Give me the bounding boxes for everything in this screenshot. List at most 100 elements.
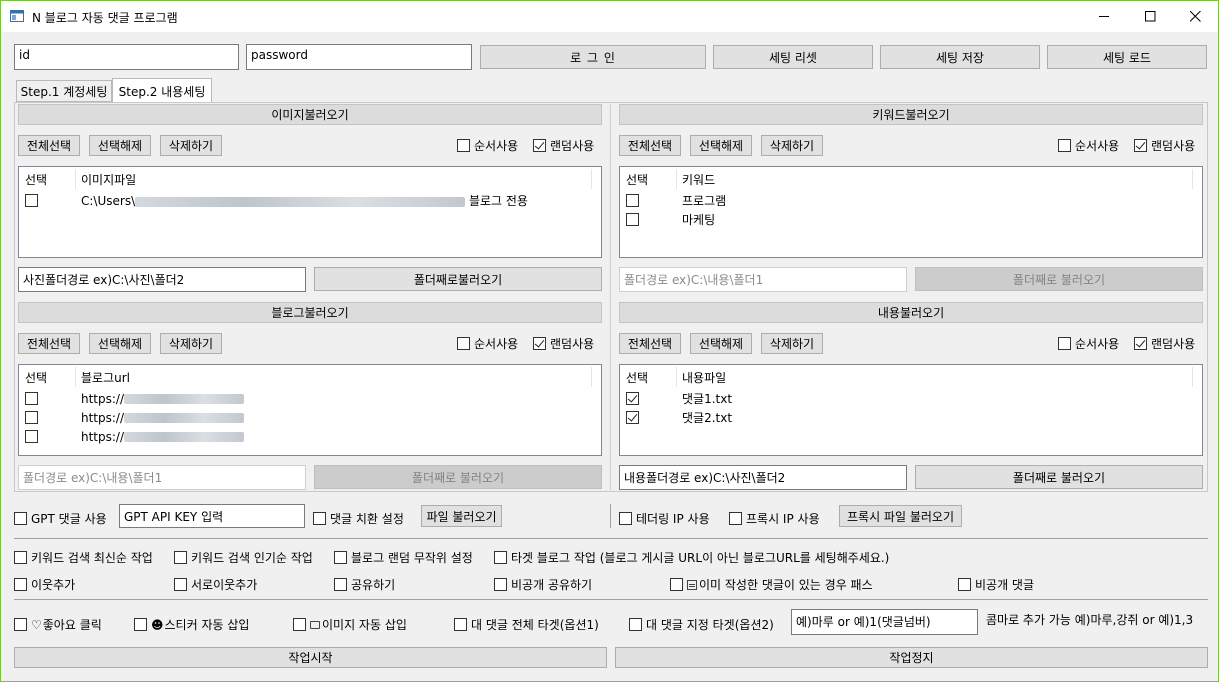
add-neighbor-checkbox[interactable]: 이웃추가 <box>14 576 75 593</box>
tab-account-settings[interactable]: Step.1 계정세팅 <box>16 80 112 102</box>
stop-button[interactable]: 작업정지 <box>615 647 1208 668</box>
blog-list[interactable]: 선택 블로그url https:// https:// https:// <box>18 364 602 456</box>
blog-order-checkbox[interactable]: 순서사용 <box>457 335 518 352</box>
add-mutual-neighbor-checkbox[interactable]: 서로이웃추가 <box>174 576 257 593</box>
load-settings-button[interactable]: 세팅 로드 <box>1047 45 1207 69</box>
proxy-file-load-button[interactable]: 프록시 파일 불러오기 <box>839 505 962 527</box>
password-input[interactable]: password <box>246 44 472 70</box>
keyword-random-checkbox[interactable]: 랜덤사용 <box>1134 137 1195 154</box>
content-deselect-button[interactable]: 선택해제 <box>690 333 752 354</box>
blog-section-header: 블로그불러오기 <box>18 302 602 323</box>
reply-target-input[interactable]: 예)마루 or 예)1(댓글넘버) <box>791 609 978 635</box>
list-item[interactable]: C:\Users\ 블로그 전용 <box>25 194 528 208</box>
row-checkbox[interactable] <box>25 430 38 443</box>
image-load-folder-button[interactable]: 폴더째로불러오기 <box>314 267 602 291</box>
blog-deselect-button[interactable]: 선택해제 <box>89 333 151 354</box>
proxy-ip-checkbox[interactable]: 프록시 IP 사용 <box>729 510 820 527</box>
row-checkbox[interactable] <box>626 411 639 424</box>
save-settings-button[interactable]: 세팅 저장 <box>880 45 1040 69</box>
content-delete-button[interactable]: 삭제하기 <box>761 333 823 354</box>
keyword-delete-button[interactable]: 삭제하기 <box>761 135 823 156</box>
row-checkbox[interactable] <box>626 392 639 405</box>
keyword-order-checkbox[interactable]: 순서사용 <box>1058 137 1119 154</box>
keyword-select-all-button[interactable]: 전체선택 <box>619 135 681 156</box>
reply-specific-target-checkbox[interactable]: 대 댓글 지정 타겟(옵션2) <box>629 616 774 633</box>
reply-all-target-checkbox[interactable]: 대 댓글 전체 타겟(옵션1) <box>454 616 599 633</box>
checkbox-box <box>494 578 507 591</box>
private-comment-checkbox[interactable]: 비공개 댓글 <box>958 576 1034 593</box>
reset-settings-button[interactable]: 세팅 리셋 <box>713 45 873 69</box>
minimize-button[interactable] <box>1082 1 1128 32</box>
gpt-use-checkbox[interactable]: GPT 댓글 사용 <box>14 510 107 527</box>
like-click-checkbox[interactable]: ♡ 좋아요 클릭 <box>14 616 102 633</box>
list-item[interactable]: 마케팅 <box>626 213 715 227</box>
image-deselect-button[interactable]: 선택해제 <box>89 135 151 156</box>
keyword-list[interactable]: 선택 키워드 프로그램 마케팅 <box>619 166 1203 258</box>
checkbox-box <box>457 337 470 350</box>
blog-delete-button[interactable]: 삭제하기 <box>160 333 222 354</box>
content-load-folder-button[interactable]: 폴더째로 불러오기 <box>915 465 1203 489</box>
column-header-select: 선택 <box>626 371 649 385</box>
list-item[interactable]: https:// <box>25 392 245 406</box>
checkbox-box <box>334 578 347 591</box>
keyword-latest-checkbox[interactable]: 키워드 검색 최신순 작업 <box>14 549 153 566</box>
private-share-checkbox[interactable]: 비공개 공유하기 <box>494 576 592 593</box>
image-random-checkbox[interactable]: 랜덤사용 <box>533 137 594 154</box>
blog-load-folder-button[interactable]: 폴더째로 불러오기 <box>314 465 602 489</box>
blog-random-setting-checkbox[interactable]: 블로그 랜덤 무작위 설정 <box>334 549 473 566</box>
blog-select-all-button[interactable]: 전체선택 <box>18 333 80 354</box>
list-item[interactable]: 댓글1.txt <box>626 392 732 406</box>
blog-random-checkbox[interactable]: 랜덤사용 <box>533 335 594 352</box>
checkbox-box <box>14 618 27 631</box>
start-button[interactable]: 작업시작 <box>14 647 607 668</box>
row-checkbox[interactable] <box>25 392 38 405</box>
target-blog-checkbox[interactable]: 타겟 블로그 작업 (블로그 게시글 URL이 아닌 블로그URL를 세팅해주세… <box>494 549 889 566</box>
blog-folder-path-input[interactable]: 폴더경로 ex)C:\내용\폴더1 <box>18 465 306 490</box>
skip-commented-checkbox[interactable]: 이미 작성한 댓글이 있는 경우 패스 <box>670 576 873 593</box>
redacted-url <box>124 413 245 423</box>
login-button[interactable]: 로 그 인 <box>480 45 706 69</box>
image-insert-checkbox[interactable]: 이미지 자동 삽입 <box>293 616 407 633</box>
image-folder-path-input[interactable]: 사진폴더경로 ex)C:\사진\폴더2 <box>18 267 306 292</box>
image-list[interactable]: 선택 이미지파일 C:\Users\ 블로그 전용 <box>18 166 602 258</box>
maximize-button[interactable] <box>1128 1 1174 32</box>
keyword-folder-path-input[interactable]: 폴더경로 ex)C:\내용\폴더1 <box>619 267 907 292</box>
column-header-blog-url: 블로그url <box>81 371 130 385</box>
image-delete-button[interactable]: 삭제하기 <box>160 135 222 156</box>
file-load-button[interactable]: 파일 불러오기 <box>421 505 502 527</box>
image-order-checkbox[interactable]: 순서사용 <box>457 137 518 154</box>
comment-replace-checkbox[interactable]: 댓글 치환 설정 <box>313 510 404 527</box>
close-button[interactable] <box>1173 1 1219 32</box>
keyword-popular-checkbox[interactable]: 키워드 검색 인기순 작업 <box>174 549 313 566</box>
tethering-ip-checkbox[interactable]: 테더링 IP 사용 <box>619 510 710 527</box>
image-select-all-button[interactable]: 전체선택 <box>18 135 80 156</box>
close-icon <box>1190 11 1201 22</box>
checkbox-box <box>457 139 470 152</box>
sticker-insert-checkbox[interactable]: ☻ 스티커 자동 삽입 <box>134 616 249 633</box>
list-item[interactable]: 프로그램 <box>626 194 726 208</box>
id-input[interactable]: id <box>14 44 239 70</box>
checkbox-box <box>174 578 187 591</box>
tab-content-settings[interactable]: Step.2 내용세팅 <box>112 78 212 103</box>
row-checkbox[interactable] <box>626 213 639 226</box>
keyword-deselect-button[interactable]: 선택해제 <box>690 135 752 156</box>
checkbox-box <box>174 551 187 564</box>
share-checkbox[interactable]: 공유하기 <box>334 576 395 593</box>
content-random-checkbox[interactable]: 랜덤사용 <box>1134 335 1195 352</box>
content-list[interactable]: 선택 내용파일 댓글1.txt 댓글2.txt <box>619 364 1203 456</box>
keyword-section-header: 키워드불러오기 <box>619 104 1203 125</box>
keyword-load-folder-button[interactable]: 폴더째로 불러오기 <box>915 267 1203 291</box>
row-checkbox[interactable] <box>626 194 639 207</box>
content-folder-path-input[interactable]: 내용폴더경로 ex)C:\사진\폴더2 <box>619 465 907 490</box>
content-select-all-button[interactable]: 전체선택 <box>619 333 681 354</box>
row-checkbox[interactable] <box>25 194 38 207</box>
checkbox-box <box>533 139 546 152</box>
divider <box>14 599 1208 600</box>
row-checkbox[interactable] <box>25 411 38 424</box>
content-order-checkbox[interactable]: 순서사용 <box>1058 335 1119 352</box>
list-item[interactable]: 댓글2.txt <box>626 411 732 425</box>
list-item[interactable]: https:// <box>25 430 245 444</box>
list-item[interactable]: https:// <box>25 411 245 425</box>
checkbox-box <box>14 512 27 525</box>
gpt-api-key-input[interactable]: GPT API KEY 입력 <box>119 504 305 528</box>
